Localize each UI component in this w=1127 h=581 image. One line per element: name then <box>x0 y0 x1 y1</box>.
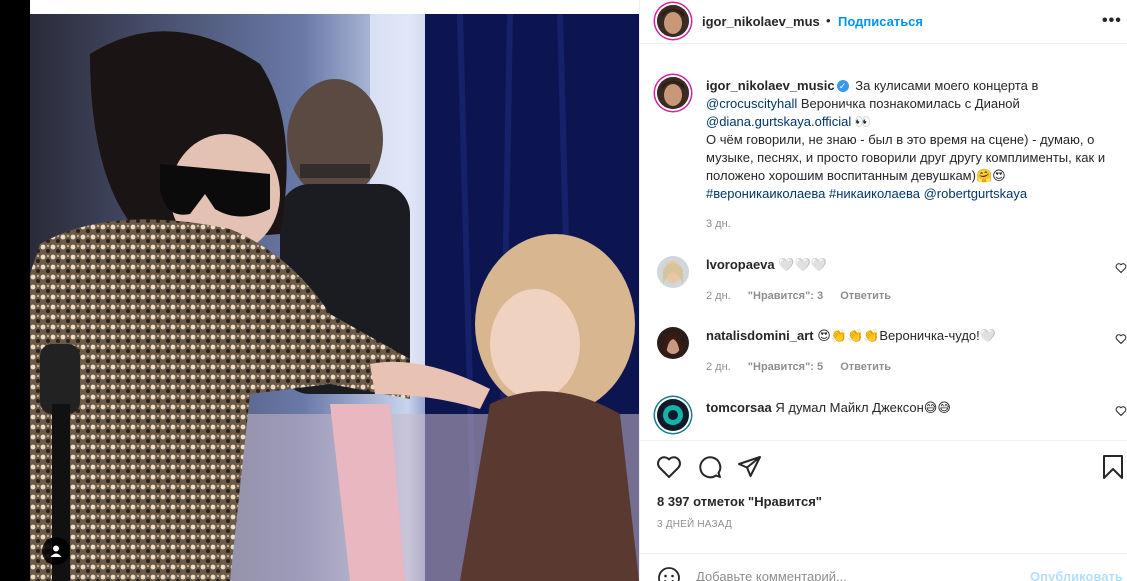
left-backdrop <box>0 0 30 581</box>
caption-text: За кулисами моего концерта в <box>855 78 1039 93</box>
comment-like-heart-icon[interactable] <box>1115 262 1127 274</box>
like-heart-icon[interactable] <box>656 454 682 480</box>
verified-badge-icon: ✓ <box>836 79 849 92</box>
post-header: igor_nikolaev_mus • Подписаться ••• <box>640 0 1127 44</box>
post-date: 3 ДНЕЙ НАЗАД <box>657 519 732 530</box>
comment-text: tomcorsaa Я думал Майкл Джексон😅😅 <box>706 400 951 416</box>
add-comment-bar: Опубликовать <box>640 553 1127 581</box>
comment-time: 2 дн. <box>706 361 731 373</box>
caption-author-avatar[interactable] <box>657 77 689 109</box>
tagged-users-button[interactable] <box>42 537 70 565</box>
mention-diana[interactable]: @diana.gurtskaya.official <box>706 114 851 129</box>
post-panel: igor_nikolaev_mus • Подписаться ••• igor… <box>639 0 1127 581</box>
comment-text: natalisdomini_art 😍👏👏👏Вероничка-чудо!🤍 <box>706 328 996 344</box>
comment-input[interactable] <box>696 564 1026 581</box>
caption-text: Вероничка познакомилась с Дианой <box>797 96 1020 111</box>
commenter-username[interactable]: lvoropaeva <box>706 257 775 272</box>
save-bookmark-icon[interactable] <box>1100 454 1126 480</box>
reply-button[interactable]: Ответить <box>840 361 891 373</box>
user-icon <box>50 545 62 557</box>
commenter-username[interactable]: tomcorsaa <box>706 400 772 415</box>
separator-dot: • <box>826 13 831 28</box>
comment-body: 😍👏👏👏Вероничка-чудо!🤍 <box>817 328 996 343</box>
post-photo[interactable] <box>30 14 639 581</box>
comment-likes[interactable]: "Нравится": 3 <box>748 290 823 302</box>
comment-text: lvoropaeva 🤍🤍🤍 <box>706 257 827 273</box>
comment-meta: 2 дн. "Нравится": 3 Ответить <box>706 290 905 302</box>
caption-timestamp: 3 дн. <box>706 218 731 230</box>
comment-time: 2 дн. <box>706 290 731 302</box>
hashtags[interactable]: #вероникаиколаева #никаиколаева <box>706 186 920 201</box>
commenter-avatar[interactable] <box>657 256 689 288</box>
more-options-icon[interactable]: ••• <box>1102 12 1122 30</box>
follow-button[interactable]: Подписаться <box>838 14 923 29</box>
commenter-username[interactable]: natalisdomini_art <box>706 328 814 343</box>
photo-illustration <box>30 14 639 581</box>
caption-emoji: 👀 <box>851 114 872 129</box>
share-paper-plane-icon[interactable] <box>737 454 763 480</box>
likes-count[interactable]: 8 397 отметок "Нравится" <box>657 494 822 509</box>
comment-like-heart-icon[interactable] <box>1115 333 1127 345</box>
comment-body: Я думал Майкл Джексон😅😅 <box>775 400 951 415</box>
mention-robertgurtskaya[interactable]: @robertgurtskaya <box>924 186 1028 201</box>
mention-crocuscityhall[interactable]: @crocuscityhall <box>706 96 797 111</box>
post-caption: igor_nikolaev_music ✓ За кулисами моего к… <box>706 77 1120 203</box>
emoji-smiley-icon[interactable] <box>657 566 681 581</box>
comment-bubble-icon[interactable] <box>697 454 723 480</box>
comment-like-heart-icon[interactable] <box>1115 405 1127 417</box>
comment-likes[interactable]: "Нравится": 5 <box>748 361 823 373</box>
publish-button[interactable]: Опубликовать <box>1030 569 1123 581</box>
commenter-avatar[interactable] <box>657 327 689 359</box>
caption-username[interactable]: igor_nikolaev_music <box>706 78 835 93</box>
post-actions <box>640 440 1127 490</box>
comment-body: 🤍🤍🤍 <box>778 257 827 272</box>
commenter-avatar[interactable] <box>657 399 689 431</box>
author-avatar[interactable] <box>657 5 689 37</box>
reply-button[interactable]: Ответить <box>840 290 891 302</box>
comment-meta: 2 дн. "Нравится": 5 Ответить <box>706 361 905 373</box>
author-username[interactable]: igor_nikolaev_mus <box>702 14 820 29</box>
caption-body: О чём говорили, не знаю - был в это врем… <box>706 132 1106 183</box>
